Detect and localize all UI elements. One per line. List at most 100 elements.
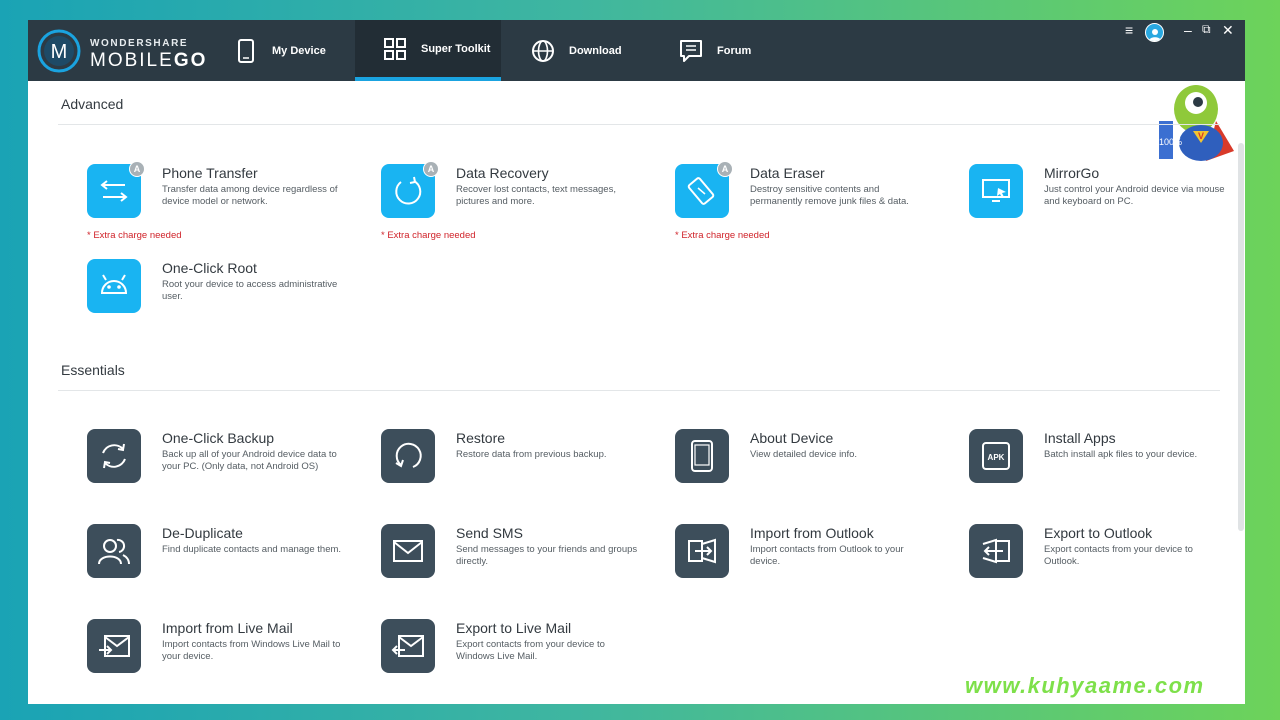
- tool-title: De-Duplicate: [162, 525, 243, 541]
- section-divider: [58, 124, 1220, 125]
- tool-about-device[interactable]: About Device View detailed device info.: [675, 429, 955, 509]
- vertical-scrollbar[interactable]: [1238, 143, 1244, 531]
- tool-description: Just control your Android device via mou…: [1044, 184, 1225, 207]
- tool-title: About Device: [750, 430, 834, 446]
- tool-restore[interactable]: Restore Restore data from previous backu…: [381, 429, 661, 509]
- tool-de-duplicate[interactable]: De-Duplicate Find duplicate contacts and…: [87, 524, 367, 604]
- tab-download[interactable]: Download: [503, 20, 649, 81]
- globe-icon: [531, 39, 555, 63]
- tool-description: Find duplicate contacts and manage them.: [162, 544, 342, 555]
- toolkit-content: V 100% Advanced A Phone Transfer Transfe…: [28, 81, 1245, 704]
- tool-title: Export to Outlook: [1044, 525, 1153, 541]
- tab-label: Download: [569, 44, 622, 57]
- watermark: www.kuhyaame.com: [965, 673, 1205, 698]
- menu-button[interactable]: ≡: [1125, 22, 1133, 38]
- tool-description: Export contacts from your device to Outl…: [1044, 544, 1193, 567]
- advanced-badge: A: [129, 161, 145, 177]
- logo-product: MOBILEGO: [90, 50, 207, 72]
- user-avatar-icon[interactable]: [1145, 23, 1164, 42]
- mascot-percent: 100%: [1159, 137, 1183, 147]
- app-logo: M WONDERSHARE MOBILEGO: [36, 28, 206, 74]
- restore-icon: [381, 429, 435, 483]
- tool-title: Data Recovery: [456, 165, 549, 181]
- android-icon: [87, 259, 141, 313]
- tool-description: View detailed device info.: [750, 449, 858, 460]
- tab-my-device[interactable]: My Device: [206, 20, 352, 81]
- tool-title: Restore: [456, 430, 506, 446]
- tool-title: Send SMS: [456, 525, 523, 541]
- livemail-export-icon: [381, 619, 435, 673]
- logo-brand: WONDERSHARE: [90, 38, 189, 49]
- tool-title: One-Click Backup: [162, 430, 275, 446]
- tool-one-click-root[interactable]: One-Click Root Root your device to acces…: [87, 259, 367, 339]
- tool-export-to-outlook[interactable]: Export to Outlook Export contacts from y…: [969, 524, 1245, 604]
- tool-description: Back up all of your Android device data …: [162, 449, 337, 472]
- phone-icon: [234, 38, 258, 63]
- tool-description: Recover lost contacts, text messages, pi…: [456, 184, 616, 207]
- top-bar: M WONDERSHARE MOBILEGO My Device Super T…: [28, 20, 1245, 81]
- tool-one-click-backup[interactable]: One-Click Backup Back up all of your And…: [87, 429, 367, 509]
- tool-description: Export contacts from your device to Wind…: [456, 639, 605, 662]
- tool-export-to-live-mail[interactable]: Export to Live Mail Export contacts from…: [381, 619, 661, 699]
- tool-title: One-Click Root: [162, 260, 257, 276]
- apk-icon-text: APK: [988, 453, 1005, 462]
- mascot-emblem: V: [1198, 131, 1204, 141]
- advanced-badge: A: [717, 161, 733, 177]
- tool-phone-transfer[interactable]: A Phone Transfer Transfer data among dev…: [87, 161, 367, 244]
- section-title-advanced: Advanced: [61, 96, 124, 112]
- tool-title: Install Apps: [1044, 430, 1116, 446]
- backup-icon: [87, 429, 141, 483]
- extra-charge-note: * Extra charge needed: [675, 230, 770, 241]
- apk-icon: APK: [969, 429, 1023, 483]
- tool-title: Phone Transfer: [162, 165, 258, 181]
- contacts-icon: [87, 524, 141, 578]
- tool-import-from-outlook[interactable]: Import from Outlook Import contacts from…: [675, 524, 955, 604]
- tab-label: Forum: [717, 44, 752, 57]
- tool-title: Data Eraser: [750, 165, 825, 181]
- logo-mark-icon: M: [37, 29, 81, 73]
- tool-title: MirrorGo: [1044, 165, 1100, 181]
- tool-description: Batch install apk files to your device.: [1044, 449, 1198, 460]
- logo-product-bold: GO: [173, 50, 208, 71]
- tab-super-toolkit[interactable]: Super Toolkit: [355, 20, 501, 81]
- extra-charge-note: * Extra charge needed: [381, 230, 476, 241]
- tool-description: Transfer data among device regardless of…: [162, 184, 338, 207]
- advanced-badge: A: [423, 161, 439, 177]
- tool-description: Import contacts from Outlook to your dev…: [750, 544, 904, 567]
- minimize-button[interactable]: –: [1184, 22, 1192, 38]
- tab-label: My Device: [272, 44, 326, 57]
- device-icon: [675, 429, 729, 483]
- tool-title: Export to Live Mail: [456, 620, 572, 636]
- section-divider: [58, 390, 1220, 391]
- tab-label: Super Toolkit: [421, 42, 491, 55]
- tool-description: Root your device to access administrativ…: [162, 279, 338, 302]
- grid-icon: [383, 37, 407, 61]
- tool-mirrorgo[interactable]: MirrorGo Just control your Android devic…: [969, 164, 1245, 244]
- tool-title: Import from Live Mail: [162, 620, 293, 636]
- monitor-icon: [969, 164, 1023, 218]
- extra-charge-note: * Extra charge needed: [87, 230, 182, 241]
- tool-data-eraser[interactable]: A Data Eraser Destroy sensitive contents…: [675, 161, 955, 244]
- tool-description: Restore data from previous backup.: [456, 449, 607, 460]
- close-button[interactable]: ✕: [1222, 22, 1234, 39]
- livemail-import-icon: [87, 619, 141, 673]
- logo-product-light: MOBILE: [90, 50, 174, 71]
- tool-data-recovery[interactable]: A Data Recovery Recover lost contacts, t…: [381, 161, 661, 244]
- tool-title: Import from Outlook: [750, 525, 874, 541]
- app-window: M WONDERSHARE MOBILEGO My Device Super T…: [28, 20, 1245, 704]
- mascot-icon[interactable]: V: [1156, 81, 1236, 171]
- tool-description: Import contacts from Windows Live Mail t…: [162, 639, 341, 662]
- outlook-export-icon: [969, 524, 1023, 578]
- forum-icon: [679, 39, 703, 63]
- restore-button[interactable]: ⧉: [1202, 22, 1211, 37]
- tool-install-apps[interactable]: APK Install Apps Batch install apk files…: [969, 429, 1245, 509]
- envelope-icon: [381, 524, 435, 578]
- section-title-essentials: Essentials: [61, 362, 125, 378]
- tool-description: Destroy sensitive contents and permanent…: [750, 184, 909, 207]
- tab-forum[interactable]: Forum: [651, 20, 797, 81]
- logo-letter: M: [51, 41, 68, 63]
- outlook-import-icon: [675, 524, 729, 578]
- tool-description: Send messages to your friends and groups…: [456, 544, 638, 567]
- tool-import-from-live-mail[interactable]: Import from Live Mail Import contacts fr…: [87, 619, 367, 699]
- tool-send-sms[interactable]: Send SMS Send messages to your friends a…: [381, 524, 661, 604]
